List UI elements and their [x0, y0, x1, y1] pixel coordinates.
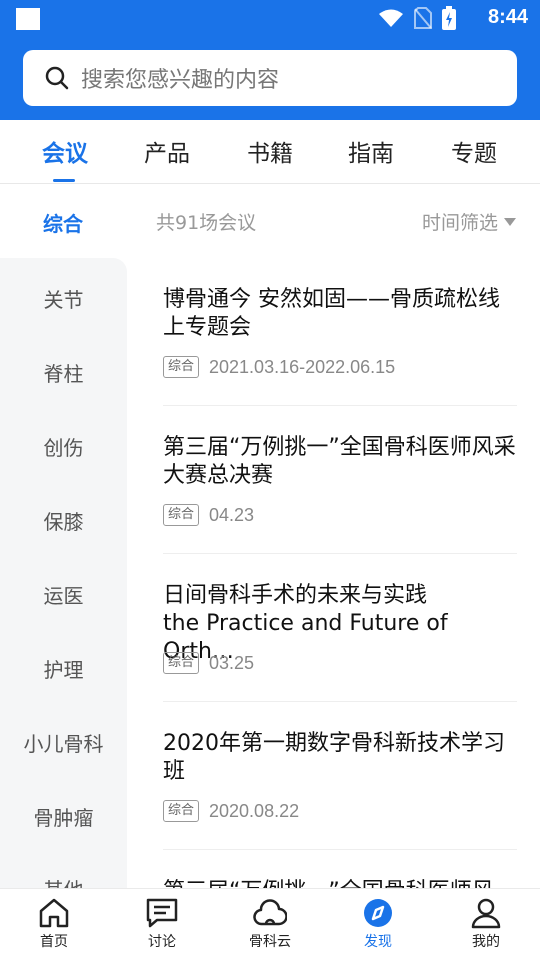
nav-discover[interactable]: 发现	[338, 897, 418, 951]
nav-home[interactable]: 首页	[14, 897, 94, 951]
category-tag: 综合	[163, 800, 200, 822]
discussion-icon	[146, 898, 178, 928]
list-item[interactable]: 日间骨科手术的未来与实践 the Practice and Future of …	[163, 554, 517, 702]
category-tag: 综合	[163, 652, 200, 674]
list-item[interactable]: 2020年第一期数字骨科新技术学习班 综合 2020.08.22	[163, 702, 517, 850]
sidebar-item-joint[interactable]: 关节	[0, 284, 127, 313]
category-tag: 综合	[163, 356, 200, 378]
meeting-meta: 综合 2021.03.16-2022.06.15	[163, 356, 395, 378]
list-item[interactable]: 博骨通今 安然如固——骨质疏松线上专题会 综合 2021.03.16-2022.…	[163, 258, 517, 406]
meeting-count: 共91场会议	[156, 212, 257, 234]
sidebar-item-other[interactable]: 其他	[0, 874, 127, 888]
meeting-date: 03.25	[209, 652, 255, 673]
sidebar-item-knee[interactable]: 保膝	[0, 506, 127, 535]
category-tabs: 会议 产品 书籍 指南 专题	[0, 120, 540, 184]
time-filter-label: 时间筛选	[421, 212, 498, 234]
time-filter-dropdown[interactable]: 时间筛选	[422, 208, 516, 235]
meeting-meta: 综合 03.25	[163, 652, 254, 674]
tab-products[interactable]: 产品	[144, 134, 190, 168]
list-item[interactable]: 第三届“万例挑一”全国骨科医师风采大赛	[163, 850, 517, 888]
sidebar-item-spine[interactable]: 脊柱	[0, 358, 127, 387]
nav-label: 发现	[364, 934, 392, 950]
no-sim-icon	[414, 7, 432, 29]
tab-meetings[interactable]: 会议	[42, 134, 88, 168]
battery-charging-icon	[442, 6, 456, 30]
wifi-icon	[379, 9, 403, 27]
tab-topics[interactable]: 专题	[451, 134, 497, 168]
meeting-title: 2020年第一期数字骨科新技术学习班	[163, 731, 505, 784]
nav-label: 骨科云	[249, 934, 291, 950]
dropdown-arrow-icon	[504, 217, 516, 226]
category-sidebar: 关节 脊柱 创伤 保膝 运医 护理 小儿骨科 骨肿瘤 其他	[0, 258, 127, 888]
list-item[interactable]: 第三届“万例挑一”全国骨科医师风采大赛总决赛 综合 04.23	[163, 406, 517, 554]
nav-ortho-cloud[interactable]: 骨科云	[230, 897, 310, 951]
status-icons	[378, 6, 456, 30]
nav-label: 讨论	[148, 934, 176, 950]
app-header: 8:44 搜索您感兴趣的内容	[0, 0, 540, 120]
status-time: 8:44	[487, 6, 528, 28]
sidebar-item-nursing[interactable]: 护理	[0, 654, 127, 683]
nav-label: 我的	[472, 934, 500, 950]
meeting-meta: 综合 04.23	[163, 504, 254, 526]
meeting-date: 2020.08.22	[209, 800, 300, 821]
search-icon	[45, 66, 69, 90]
category-tag: 综合	[163, 504, 200, 526]
tab-books[interactable]: 书籍	[247, 134, 293, 168]
sidebar-item-sports-medicine[interactable]: 运医	[0, 580, 127, 609]
meeting-title: 第三届“万例挑一”全国骨科医师风采大赛	[163, 878, 517, 888]
nav-label: 首页	[40, 934, 68, 950]
active-tab-indicator	[53, 179, 75, 182]
meeting-date: 04.23	[209, 504, 255, 525]
home-icon	[39, 898, 69, 928]
compass-icon	[364, 899, 392, 927]
nav-discussion[interactable]: 讨论	[122, 897, 202, 951]
status-bar: 8:44	[0, 0, 540, 36]
meeting-title: 第三届“万例挑一”全国骨科医师风采大赛总决赛	[163, 435, 516, 488]
notification-icon	[16, 8, 40, 30]
search-bar[interactable]: 搜索您感兴趣的内容	[23, 50, 517, 106]
meeting-meta: 综合 2020.08.22	[163, 800, 299, 822]
sidebar-item-trauma[interactable]: 创伤	[0, 432, 127, 461]
tab-guides[interactable]: 指南	[348, 134, 394, 168]
user-icon	[471, 898, 501, 929]
filter-row: 综合 共91场会议 时间筛选	[0, 184, 540, 258]
bottom-nav: 首页 讨论 骨科云 发现 我的	[0, 888, 540, 960]
sidebar-item-pediatric[interactable]: 小儿骨科	[0, 728, 127, 757]
meeting-title: 博骨通今 安然如固——骨质疏松线上专题会	[163, 287, 500, 340]
cloud-icon	[253, 899, 287, 926]
nav-profile[interactable]: 我的	[446, 897, 526, 951]
meeting-date: 2021.03.16-2022.06.15	[209, 356, 396, 377]
sidebar-item-bone-tumor[interactable]: 骨肿瘤	[0, 802, 127, 831]
sidebar-item-general[interactable]: 综合	[43, 208, 83, 237]
search-placeholder[interactable]: 搜索您感兴趣的内容	[81, 62, 279, 94]
meeting-list: 博骨通今 安然如固——骨质疏松线上专题会 综合 2021.03.16-2022.…	[163, 258, 517, 888]
